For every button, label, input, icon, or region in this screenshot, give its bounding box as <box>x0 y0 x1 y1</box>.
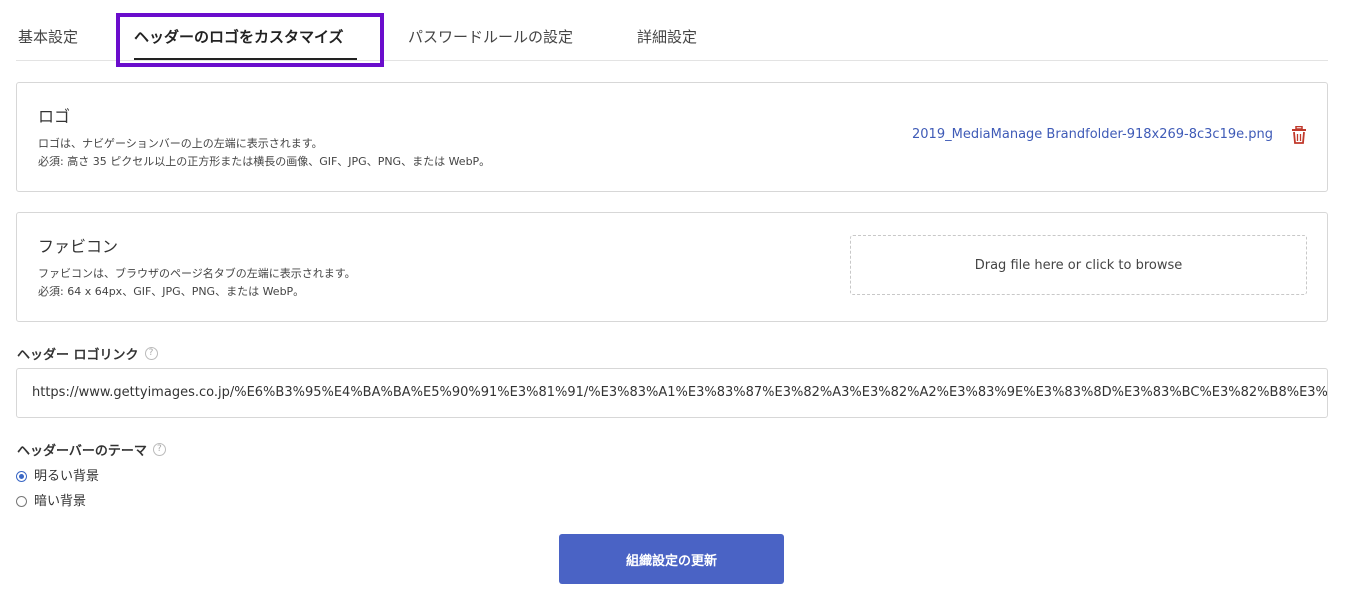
settings-page: 基本設定 ヘッダーのロゴをカスタマイズ パスワードルールの設定 詳細設定 ロゴ … <box>0 0 1346 603</box>
favicon-description: ファビコンは、ブラウザのページ名タブの左端に表示されます。 <box>38 267 356 280</box>
active-tab-highlight <box>116 13 384 67</box>
header-logo-link-label: ヘッダー ロゴリンク ? <box>17 344 158 363</box>
header-logo-link-input[interactable]: https://www.gettyimages.co.jp/%E6%B3%95%… <box>16 368 1328 418</box>
tab-basic-settings[interactable]: 基本設定 <box>18 27 78 47</box>
favicon-panel: ファビコン ファビコンは、ブラウザのページ名タブの左端に表示されます。 必須: … <box>16 212 1328 322</box>
logo-file-link[interactable]: 2019_MediaManage Brandfolder-918x269-8c3… <box>912 127 1273 142</box>
tab-advanced-settings[interactable]: 詳細設定 <box>637 27 697 47</box>
update-org-settings-button[interactable]: 組織設定の更新 <box>559 534 784 584</box>
theme-option-light[interactable]: 明るい背景 <box>16 465 99 484</box>
logo-description: ロゴは、ナビゲーションバーの上の左端に表示されます。 <box>38 137 323 150</box>
header-logo-link-label-text: ヘッダー ロゴリンク <box>17 348 139 363</box>
favicon-dropzone[interactable]: Drag file here or click to browse <box>850 235 1307 295</box>
header-theme-label-text: ヘッダーバーのテーマ <box>17 444 147 459</box>
theme-option-dark[interactable]: 暗い背景 <box>16 490 86 509</box>
trash-icon[interactable] <box>1291 126 1307 144</box>
help-icon[interactable]: ? <box>144 347 158 360</box>
radio-button-checked[interactable] <box>16 471 27 482</box>
help-icon[interactable]: ? <box>152 443 166 456</box>
logo-requirements: 必須: 高さ 35 ピクセル以上の正方形または横長の画像、GIF、JPG、PNG… <box>38 155 491 168</box>
theme-option-dark-label: 暗い背景 <box>34 494 87 509</box>
logo-panel: ロゴ ロゴは、ナビゲーションバーの上の左端に表示されます。 必須: 高さ 35 … <box>16 82 1328 192</box>
logo-title: ロゴ <box>38 107 71 126</box>
favicon-requirements: 必須: 64 x 64px、GIF、JPG、PNG、または WebP。 <box>38 285 305 298</box>
radio-button[interactable] <box>16 496 27 507</box>
header-theme-label: ヘッダーバーのテーマ ? <box>17 440 166 459</box>
theme-option-light-label: 明るい背景 <box>34 469 100 484</box>
tab-password-rules[interactable]: パスワードルールの設定 <box>408 27 573 47</box>
favicon-title: ファビコン <box>38 237 119 256</box>
